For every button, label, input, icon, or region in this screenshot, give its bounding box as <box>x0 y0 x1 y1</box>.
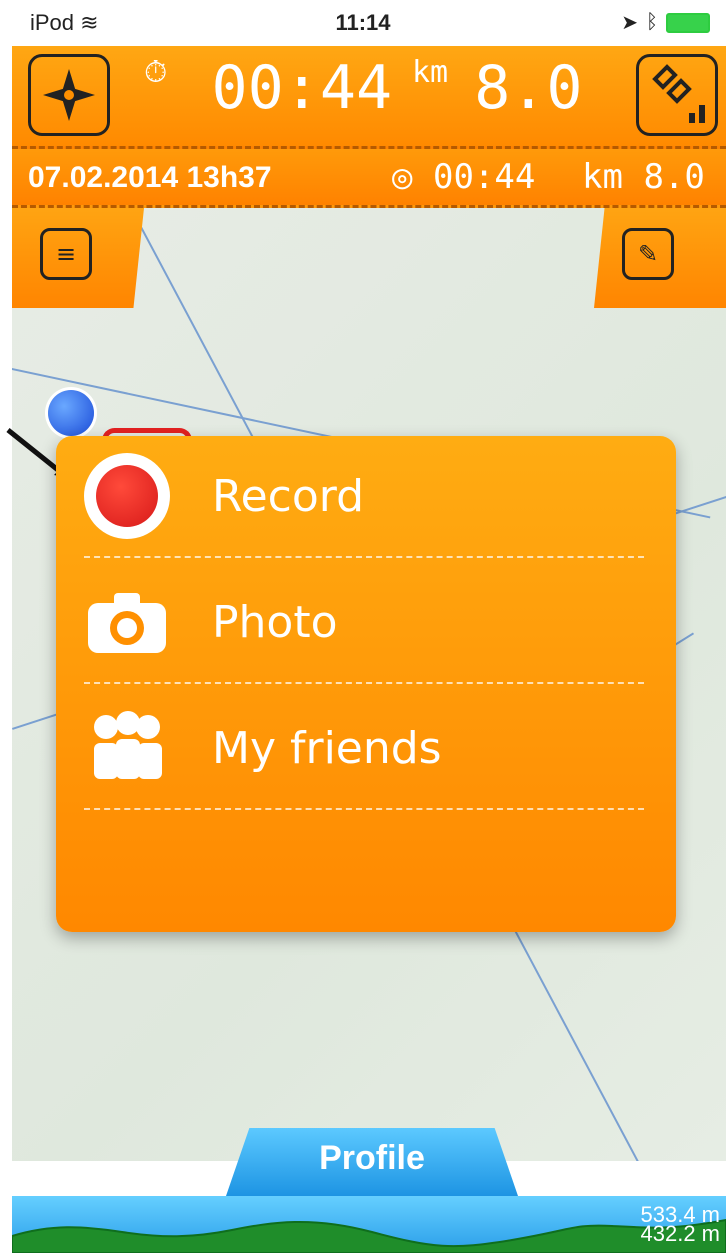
distance-display: km 8.0 <box>412 53 583 123</box>
stopwatch-icon: ⏱ <box>144 55 168 90</box>
battery-icon <box>666 12 710 33</box>
friends-icon <box>94 711 162 779</box>
elevation-profile-panel[interactable]: 533.4 m 432.2 m <box>12 1196 726 1253</box>
bluetooth-icon: ᛒ <box>646 11 658 33</box>
gps-signal-icon <box>652 64 705 123</box>
edit-tab[interactable]: ✎ <box>594 208 726 308</box>
location-icon: ➤ <box>621 12 638 34</box>
profile-tab[interactable]: Profile <box>226 1128 518 1196</box>
record-icon <box>84 453 170 539</box>
min-elevation-label: 432.2 m <box>640 1221 721 1246</box>
compass-icon <box>43 69 95 121</box>
action-popup-menu: Record Photo My friends <box>56 436 676 932</box>
map-tab-bar: ≡ ✎ <box>12 208 726 308</box>
menu-list-icon[interactable]: ≡ <box>40 228 92 280</box>
status-bar: iPod ≋ 11:14 ➤ ᛒ <box>0 0 726 46</box>
track-datetime: 07.02.2014 13h37 <box>28 161 272 194</box>
top-bar: ⏱ 00:44 km 8.0 <box>12 46 726 146</box>
menu-divider <box>84 556 644 558</box>
menu-tab[interactable]: ≡ <box>12 208 144 308</box>
camera-icon <box>88 593 166 653</box>
gps-button[interactable] <box>636 54 718 136</box>
track-duration: ◎ 00:44 <box>392 157 536 197</box>
distance-unit-icon: km <box>412 55 449 90</box>
timer-icon: ◎ <box>392 157 413 197</box>
track-distance: km 8.0 <box>582 157 705 197</box>
menu-divider <box>84 808 644 810</box>
elapsed-time-display: ⏱ 00:44 <box>144 53 393 123</box>
compass-button[interactable] <box>28 54 110 136</box>
menu-item-label: Photo <box>212 596 338 648</box>
status-right: ➤ ᛒ <box>621 10 710 35</box>
distance-icon: km <box>582 157 623 197</box>
menu-item-label: My friends <box>212 722 442 774</box>
menu-item-my-friends[interactable]: My friends <box>56 688 676 808</box>
menu-divider <box>84 682 644 684</box>
elevation-profile-graph <box>12 1218 726 1253</box>
menu-item-record[interactable]: Record <box>56 436 676 556</box>
menu-item-label: Record <box>212 470 365 522</box>
pencil-icon[interactable]: ✎ <box>622 228 674 280</box>
status-time: 11:14 <box>335 10 391 35</box>
menu-item-photo[interactable]: Photo <box>56 562 676 682</box>
track-info-bar: 07.02.2014 13h37 ◎ 00:44 km 8.0 <box>12 146 726 208</box>
